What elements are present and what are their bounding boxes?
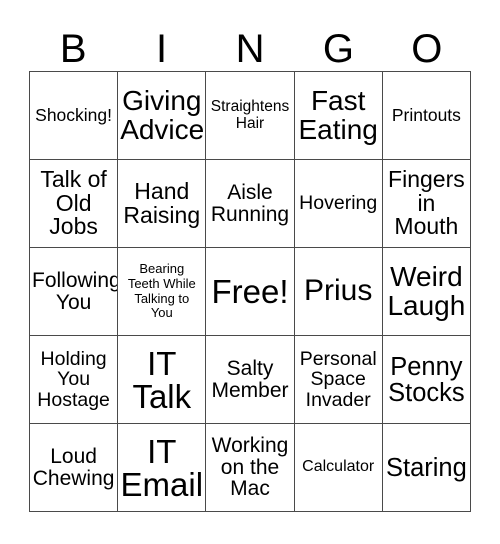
bingo-cell[interactable]: IT Talk xyxy=(118,336,207,424)
bingo-cell[interactable]: Printouts xyxy=(382,72,471,160)
bingo-cell[interactable]: Fast Eating xyxy=(294,72,383,160)
bingo-cell-label: Printouts xyxy=(391,105,461,126)
bingo-cell-label: Fingers in Mouth xyxy=(388,165,465,240)
bingo-cell[interactable]: Prius xyxy=(294,248,383,336)
bingo-cell[interactable]: Shocking! xyxy=(30,72,119,160)
bingo-cell[interactable]: Giving Advice xyxy=(118,72,207,160)
bingo-cell[interactable]: Bearing Teeth While Talking to You xyxy=(118,248,207,336)
bingo-cell-label: Following You xyxy=(32,268,119,314)
bingo-cell[interactable]: Fingers in Mouth xyxy=(382,160,471,248)
bingo-cell[interactable]: Personal Space Invader xyxy=(294,336,383,424)
bingo-cell-label: Shocking! xyxy=(35,105,113,126)
bingo-cell-label: Staring xyxy=(385,453,467,482)
bingo-header: B I N G O xyxy=(29,18,471,71)
header-letter-n: N xyxy=(235,27,265,71)
bingo-cell-free[interactable]: Free! xyxy=(206,248,295,336)
bingo-cell-label: Straightens Hair xyxy=(210,97,290,132)
bingo-cell[interactable]: Hand Raising xyxy=(118,160,207,248)
bingo-cell-label: Weird Laugh xyxy=(387,260,466,321)
bingo-cell-label: Working on the Mac xyxy=(211,433,289,501)
bingo-cell[interactable]: Staring xyxy=(382,424,471,512)
bingo-cell-label: Giving Advice xyxy=(120,84,205,145)
bingo-cell[interactable]: Loud Chewing xyxy=(30,424,119,512)
bingo-cell[interactable]: Straightens Hair xyxy=(206,72,295,160)
bingo-cell-label: Prius xyxy=(304,274,373,308)
bingo-cell[interactable]: Calculator xyxy=(294,424,383,512)
bingo-cell-label: IT Talk xyxy=(132,344,192,415)
bingo-cell[interactable]: Following You xyxy=(30,248,119,336)
bingo-cell-label: Talk of Old Jobs xyxy=(40,165,107,240)
header-letter-g: G xyxy=(322,27,354,71)
bingo-cell-label: Salty Member xyxy=(211,356,289,402)
bingo-cell[interactable]: Aisle Running xyxy=(206,160,295,248)
bingo-cell-label: Free! xyxy=(211,273,289,310)
bingo-cell-label: Penny Stocks xyxy=(388,352,465,407)
bingo-cell[interactable]: Hovering xyxy=(294,160,383,248)
bingo-cell[interactable]: Penny Stocks xyxy=(382,336,471,424)
bingo-cell[interactable]: Working on the Mac xyxy=(206,424,295,512)
bingo-cell-label: Hand Raising xyxy=(123,177,201,228)
bingo-cell-label: Personal Space Invader xyxy=(299,348,377,411)
bingo-cell-label: Hovering xyxy=(299,192,378,215)
header-letter-i: I xyxy=(156,27,168,71)
bingo-cell-label: Fast Eating xyxy=(298,84,378,145)
bingo-cell-label: Loud Chewing xyxy=(32,444,115,490)
bingo-cell-label: Holding You Hostage xyxy=(37,348,110,411)
bingo-cell-label: Aisle Running xyxy=(210,180,290,226)
header-letter-b: B xyxy=(59,27,87,71)
bingo-cell[interactable]: Talk of Old Jobs xyxy=(30,160,119,248)
bingo-cell[interactable]: Salty Member xyxy=(206,336,295,424)
bingo-grid: Shocking! Giving Advice Straightens Hair… xyxy=(29,71,471,512)
bingo-card: B I N G O Shocking! Giving Advice Straig… xyxy=(0,0,500,544)
bingo-cell[interactable]: Weird Laugh xyxy=(382,248,471,336)
bingo-cell[interactable]: Holding You Hostage xyxy=(30,336,119,424)
bingo-cell-label: IT Email xyxy=(120,432,204,503)
bingo-cell-label: Bearing Teeth While Talking to You xyxy=(127,261,196,321)
bingo-cell[interactable]: IT Email xyxy=(118,424,207,512)
header-letter-o: O xyxy=(411,27,443,71)
bingo-cell-label: Calculator xyxy=(302,458,375,476)
